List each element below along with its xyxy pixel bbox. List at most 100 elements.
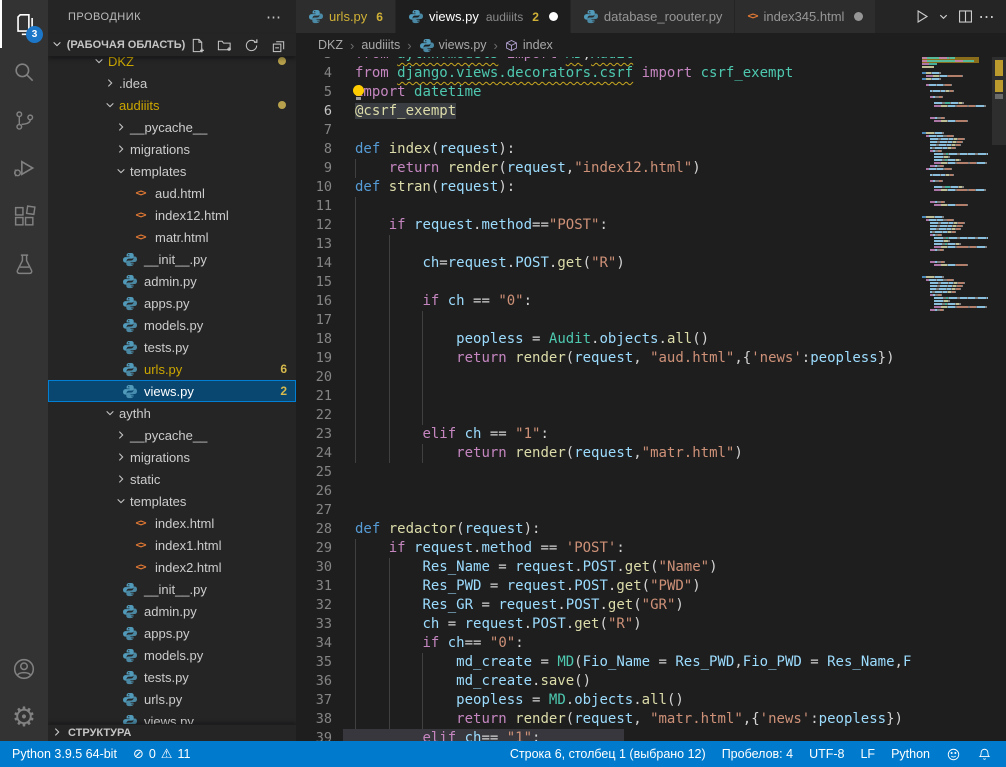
tree-file-index1-html[interactable]: <>index1.html (48, 534, 296, 556)
explorer-more-actions-icon[interactable]: ⋯ (266, 8, 282, 26)
code-line-19[interactable]: 19return render(request, "aud.html",{'ne… (296, 349, 922, 368)
extensions-icon[interactable] (0, 192, 48, 240)
eol-status[interactable]: LF (860, 747, 875, 761)
tree-folder-static[interactable]: static (48, 468, 296, 490)
code-line-37[interactable]: 37peopless = MD.objects.all() (296, 691, 922, 710)
code-line-34[interactable]: 34if ch== "0": (296, 634, 922, 653)
tree-folder-audiiits[interactable]: audiiits (48, 94, 296, 116)
code-line-39[interactable]: 39elif ch== "1": (296, 729, 922, 741)
overview-ruler[interactable] (992, 57, 1006, 741)
code-line-13[interactable]: 13 (296, 235, 922, 254)
code-line-33[interactable]: 33ch = request.POST.get("R") (296, 615, 922, 634)
code-line-23[interactable]: 23elif ch == "1": (296, 425, 922, 444)
tree-file-aud-html[interactable]: <>aud.html (48, 182, 296, 204)
tab-database-roouter-py[interactable]: database_roouter.py (571, 0, 736, 33)
tree-file-tests-py[interactable]: tests.py (48, 336, 296, 358)
code-line-10[interactable]: 10def stran(request): (296, 178, 922, 197)
lightbulb-icon[interactable] (352, 85, 365, 100)
code-line-17[interactable]: 17 (296, 311, 922, 330)
code-line-31[interactable]: 31Res_PWD = request.POST.get("PWD") (296, 577, 922, 596)
encoding-status[interactable]: UTF-8 (809, 747, 844, 761)
code-line-32[interactable]: 32Res_GR = request.POST.get("GR") (296, 596, 922, 615)
code-line-18[interactable]: 18peopless = Audit.objects.all() (296, 330, 922, 349)
code-line-3[interactable]: 3from aythh.models import MD,Audit (296, 57, 922, 64)
code-line-14[interactable]: 14ch=request.POST.get("R") (296, 254, 922, 273)
code-line-22[interactable]: 22 (296, 406, 922, 425)
tree-folder-aythh[interactable]: aythh (48, 402, 296, 424)
collapse-all-icon[interactable] (268, 35, 288, 55)
settings-icon[interactable]: ⚙ (0, 693, 48, 741)
code-line-15[interactable]: 15 (296, 273, 922, 292)
code-editor[interactable]: 3from aythh.models import MD,Audit4from … (296, 57, 922, 741)
code-line-16[interactable]: 16if ch == "0": (296, 292, 922, 311)
tree-file-urls-py[interactable]: urls.py (48, 688, 296, 710)
split-editor-icon[interactable] (956, 5, 974, 29)
feedback-smiley-icon[interactable] (946, 747, 961, 762)
python-interpreter-status[interactable]: Python 3.9.5 64-bit (12, 747, 117, 761)
dirty-indicator-dot[interactable] (549, 12, 558, 21)
breadcrumb-item-dkz[interactable]: DKZ (318, 38, 343, 52)
tab-index345-html[interactable]: <>index345.html (735, 0, 876, 33)
source-control-icon[interactable] (0, 96, 48, 144)
account-icon[interactable] (0, 645, 48, 693)
tree-file-models-py[interactable]: models.py (48, 644, 296, 666)
code-line-38[interactable]: 38return render(request, "matr.html",{'n… (296, 710, 922, 729)
tree-folder-migrations[interactable]: migrations (48, 138, 296, 160)
tree-file-admin-py[interactable]: admin.py (48, 600, 296, 622)
tree-file-views-py[interactable]: views.py (48, 710, 296, 724)
tree-file-admin-py[interactable]: admin.py (48, 270, 296, 292)
indentation-status[interactable]: Пробелов: 4 (722, 747, 793, 761)
breadcrumb-item-views-py[interactable]: views.py (419, 38, 487, 53)
tree-file-apps-py[interactable]: apps.py (48, 622, 296, 644)
tree-folder-templates[interactable]: templates (48, 160, 296, 182)
tree-file-urls-py[interactable]: urls.py6 (48, 358, 296, 380)
testing-icon[interactable] (0, 240, 48, 288)
code-line-28[interactable]: 28def redactor(request): (296, 520, 922, 539)
new-folder-icon[interactable] (214, 35, 234, 55)
notifications-bell-icon[interactable] (977, 747, 992, 762)
code-line-24[interactable]: 24return render(request,"matr.html") (296, 444, 922, 463)
tree-file-index2-html[interactable]: <>index2.html (48, 556, 296, 578)
tab-urls-py[interactable]: urls.py6 (296, 0, 396, 33)
tree-file-index12-html[interactable]: <>index12.html (48, 204, 296, 226)
code-line-6[interactable]: 6@csrf_exempt (296, 102, 922, 121)
new-file-icon[interactable] (187, 35, 207, 55)
minimap[interactable] (922, 57, 992, 741)
tree-folder--idea[interactable]: .idea (48, 72, 296, 94)
code-line-7[interactable]: 7 (296, 121, 922, 140)
refresh-icon[interactable] (241, 35, 261, 55)
code-line-25[interactable]: 25 (296, 463, 922, 482)
cursor-position-status[interactable]: Строка 6, столбец 1 (выбрано 12) (510, 747, 706, 761)
tree-folder--pycache-[interactable]: __pycache__ (48, 116, 296, 138)
tree-file-apps-py[interactable]: apps.py (48, 292, 296, 314)
run-python-file-button[interactable] (912, 5, 930, 29)
code-line-9[interactable]: 9return render(request,"index12.html") (296, 159, 922, 178)
search-icon[interactable] (0, 48, 48, 96)
explorer-icon[interactable]: 3 (0, 0, 48, 48)
code-line-20[interactable]: 20 (296, 368, 922, 387)
code-line-30[interactable]: 30Res_Name = request.POST.get("Name") (296, 558, 922, 577)
code-line-8[interactable]: 8def index(request): (296, 140, 922, 159)
dirty-indicator-dot[interactable] (854, 12, 863, 21)
code-line-27[interactable]: 27 (296, 501, 922, 520)
problems-status[interactable]: ⊘ 0 ⚠ 11 (133, 747, 191, 762)
code-line-36[interactable]: 36md_create.save() (296, 672, 922, 691)
tree-file-index-html[interactable]: <>index.html (48, 512, 296, 534)
tree-file--init-py[interactable]: __init__.py (48, 248, 296, 270)
code-line-4[interactable]: 4from django.views.decorators.csrf impor… (296, 64, 922, 83)
tree-folder-migrations[interactable]: migrations (48, 446, 296, 468)
tree-file--init-py[interactable]: __init__.py (48, 578, 296, 600)
code-line-26[interactable]: 26 (296, 482, 922, 501)
tree-file-models-py[interactable]: models.py (48, 314, 296, 336)
tree-file-tests-py[interactable]: tests.py (48, 666, 296, 688)
tree-folder-templates[interactable]: templates (48, 490, 296, 512)
code-line-11[interactable]: 11 (296, 197, 922, 216)
tab-views-py[interactable]: views.pyaudiiits2 (396, 0, 571, 33)
language-mode-status[interactable]: Python (891, 747, 930, 761)
breadcrumb-item-index[interactable]: index (505, 38, 553, 52)
code-line-12[interactable]: 12if request.method=="POST": (296, 216, 922, 235)
workspace-section-header[interactable]: (РАБОЧАЯ ОБЛАСТЬ) ... (48, 34, 296, 56)
code-line-35[interactable]: 35md_create = MD(Fio_Name = Res_PWD,Fio_… (296, 653, 922, 672)
breadcrumb-item-audiiits[interactable]: audiiits (361, 38, 400, 52)
tree-file-matr-html[interactable]: <>matr.html (48, 226, 296, 248)
